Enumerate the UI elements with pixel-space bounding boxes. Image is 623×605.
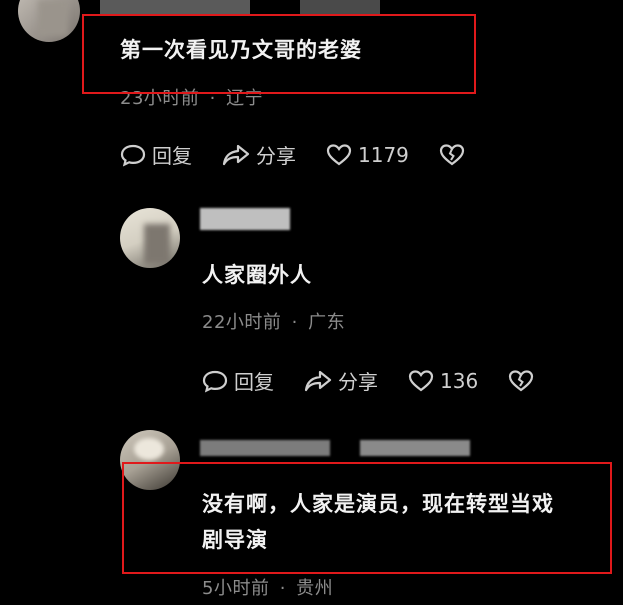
broken-heart-icon	[509, 369, 534, 391]
like-button[interactable]: 136	[408, 369, 478, 393]
share-arrow-icon	[304, 370, 332, 391]
reply-button[interactable]: 回复	[202, 366, 274, 395]
like-count: 1179	[358, 142, 409, 167]
like-button[interactable]: 1179	[326, 143, 409, 167]
comment-bubble-icon	[202, 370, 228, 392]
heart-icon	[326, 143, 352, 165]
highlight-box	[82, 14, 476, 94]
dislike-button[interactable]	[439, 143, 471, 167]
share-arrow-icon	[222, 144, 250, 165]
comment-bubble-icon	[120, 144, 146, 166]
comment-actions: 回复 分享 136	[202, 366, 570, 395]
avatar[interactable]	[18, 0, 80, 42]
comment-text: 人家圈外人	[202, 263, 312, 287]
broken-heart-icon	[439, 143, 465, 165]
comment-meta: 5小时前 · 贵州	[202, 578, 334, 599]
heart-icon	[408, 369, 434, 391]
like-count: 136	[440, 368, 479, 393]
username-redacted	[200, 440, 330, 456]
share-button[interactable]: 分享	[222, 140, 296, 169]
username-redacted	[300, 0, 380, 14]
username-redacted	[200, 208, 290, 230]
avatar[interactable]	[120, 208, 180, 268]
comment-meta: 22小时前 · 广东	[202, 312, 346, 333]
highlight-box	[122, 462, 612, 574]
comment-actions: 回复 分享 1179	[120, 140, 501, 169]
share-button[interactable]: 分享	[304, 366, 378, 395]
dislike-button[interactable]	[508, 369, 540, 393]
reply-button[interactable]: 回复	[120, 140, 192, 169]
username-redacted	[360, 440, 470, 456]
